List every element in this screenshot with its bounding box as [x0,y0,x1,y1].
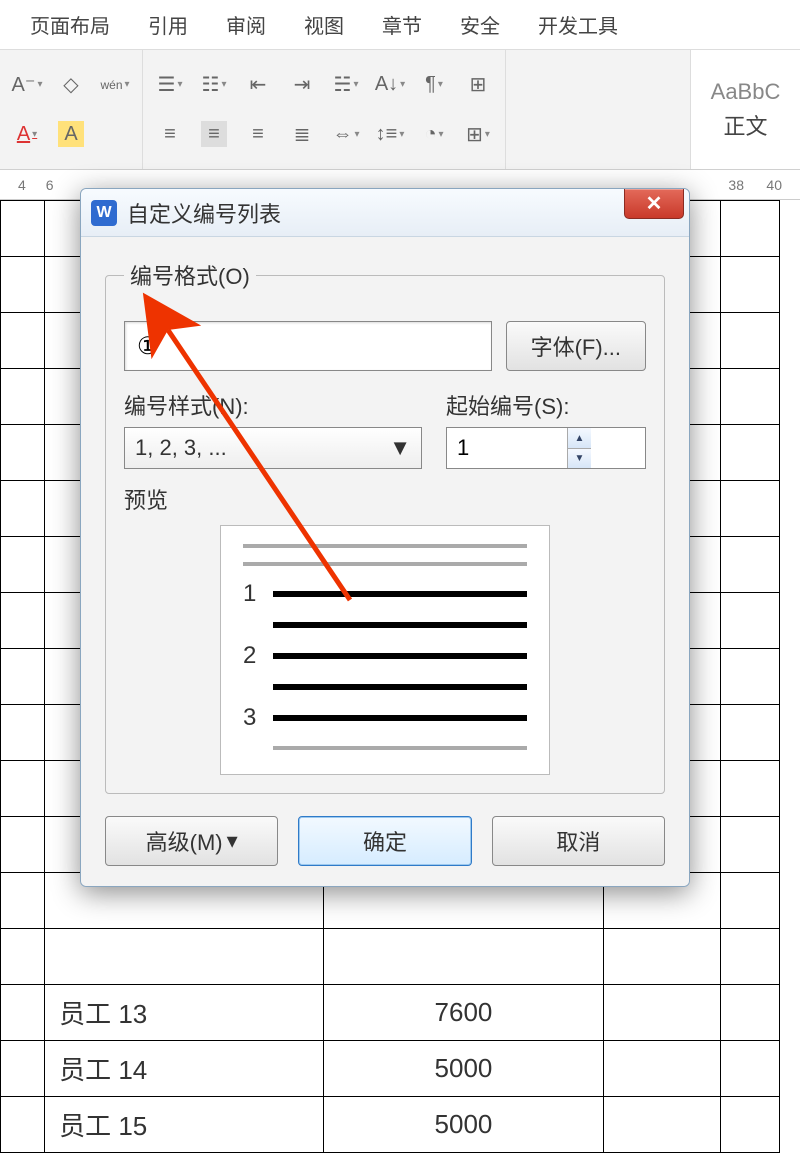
table-row[interactable]: 员工 15 5000 [1,1097,780,1153]
indent-icon[interactable]: ⇥ [289,72,315,98]
ruler-mark: 6 [46,177,54,193]
ruler-mark: 40 [766,177,782,193]
preview-number: 3 [243,704,261,732]
text-direction-icon[interactable]: ☵ [333,72,359,98]
distribute-icon[interactable]: ⇔ [333,121,359,147]
sort-icon[interactable]: A↓ [377,72,403,98]
menu-bar: 页面布局 引用 审阅 视图 章节 安全 开发工具 [0,0,800,50]
bullet-list-icon[interactable]: ☰ [157,72,183,98]
preview-line [273,684,527,690]
spinner-down-icon[interactable]: ▼ [567,448,591,468]
preview-number: 1 [243,580,261,608]
number-style-value: 1, 2, 3, ... [135,435,227,461]
justify-icon[interactable]: ≣ [289,121,315,147]
align-right-icon[interactable]: ≡ [245,121,271,147]
preview-box: 1 2 3 [220,525,550,775]
number-style-select[interactable]: 1, 2, 3, ... ▼ [124,427,422,469]
start-number-label: 起始编号(S): [446,389,646,421]
borders-icon[interactable]: ⊞ [465,121,491,147]
dialog-body: 编号格式(O) 字体(F)... 编号样式(N): 1, 2, 3, ... ▼… [81,237,689,886]
preview-line [273,746,527,750]
dialog-button-row: 高级(M) ▾ 确定 取消 [105,816,665,866]
paragraph-group: ☰ ☷ ⇤ ⇥ ☵ A↓ ¶ ⊞ ≡ ≡ ≡ ≣ ⇔ ↕≡ ◔ ⊞ [143,50,506,169]
style-name: 正文 [723,109,767,141]
menu-sections[interactable]: 章节 [382,10,422,39]
advanced-button[interactable]: 高级(M) ▾ [105,816,278,866]
eraser-icon[interactable]: ◇ [58,72,84,98]
style-sample: AaBbC [711,79,781,105]
shading-icon[interactable]: ◔ [421,121,447,147]
number-format-group: 编号格式(O) 字体(F)... 编号样式(N): 1, 2, 3, ... ▼… [105,259,665,794]
advanced-button-label: 高级(M) [146,825,223,857]
preview-number: 2 [243,642,261,670]
menu-references[interactable]: 引用 [148,10,188,39]
highlight-icon[interactable]: A [58,121,84,147]
cell-name[interactable]: 员工 15 [45,1097,324,1153]
preview-line [273,591,527,597]
dialog-title: 自定义编号列表 [127,197,281,229]
ruler-mark: 4 [18,177,26,193]
outdent-icon[interactable]: ⇤ [245,72,271,98]
menu-dev-tools[interactable]: 开发工具 [538,10,618,39]
cell-value[interactable]: 7600 [324,985,603,1041]
number-format-legend: 编号格式(O) [124,259,256,291]
app-icon: W [91,200,117,226]
preview-label: 预览 [124,483,646,515]
phonetic-icon[interactable]: wén [102,72,128,98]
align-left-icon[interactable]: ≡ [157,121,183,147]
menu-review[interactable]: 审阅 [226,10,266,39]
number-list-icon[interactable]: ☷ [201,72,227,98]
ok-button[interactable]: 确定 [298,816,471,866]
close-icon: ✕ [646,191,663,216]
chevron-down-icon: ▾ [227,828,238,854]
preview-line [273,715,527,721]
style-gallery[interactable]: AaBbC 正文 [690,50,800,169]
menu-security[interactable]: 安全 [460,10,500,39]
number-style-label: 编号样式(N): [124,389,422,421]
start-number-spinner[interactable]: ▲ ▼ [446,427,646,469]
pilcrow-icon[interactable]: ¶ [421,72,447,98]
ribbon: A⁻ ◇ wén A A ☰ ☷ ⇤ ⇥ ☵ A↓ ¶ ⊞ ≡ ≡ ≡ ≣ ⇔ … [0,50,800,170]
custom-number-list-dialog: W 自定义编号列表 ✕ 编号格式(O) 字体(F)... 编号样式(N): 1,… [80,188,690,887]
menu-page-layout[interactable]: 页面布局 [30,10,110,39]
chevron-down-icon: ▼ [389,435,411,461]
font-group: A⁻ ◇ wén A A [0,50,143,169]
font-color-icon[interactable]: A [14,121,40,147]
dialog-title-bar[interactable]: W 自定义编号列表 ✕ [81,189,689,237]
preview-line [243,544,527,548]
menu-view[interactable]: 视图 [304,10,344,39]
cancel-button[interactable]: 取消 [492,816,665,866]
font-button[interactable]: 字体(F)... [506,321,646,371]
start-number-input[interactable] [447,428,567,468]
preview-line [273,622,527,628]
line-spacing-icon[interactable]: ↕≡ [377,121,403,147]
shrink-font-icon[interactable]: A⁻ [14,72,40,98]
spinner-up-icon[interactable]: ▲ [567,428,591,448]
insert-table-icon[interactable]: ⊞ [465,72,491,98]
preview-line [273,653,527,659]
ruler-mark: 38 [728,177,744,193]
align-center-icon[interactable]: ≡ [201,121,227,147]
close-button[interactable]: ✕ [624,189,684,219]
number-format-input[interactable] [124,321,492,371]
cell-value[interactable]: 5000 [324,1097,603,1153]
cell-name[interactable]: 员工 13 [45,985,324,1041]
table-row[interactable]: 员工 13 7600 [1,985,780,1041]
preview-line [243,562,527,566]
